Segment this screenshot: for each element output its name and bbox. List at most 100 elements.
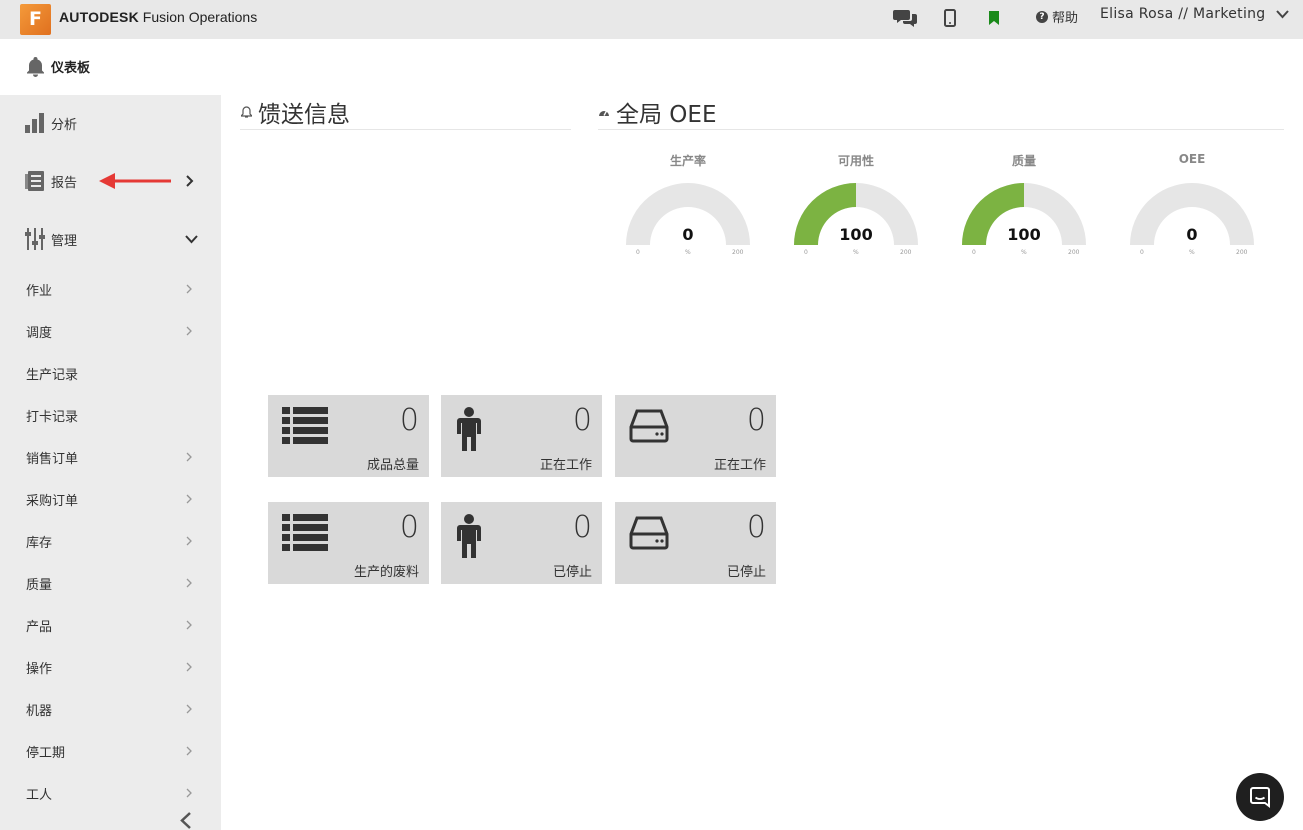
sidebar-item-reports-label: 报告 — [51, 175, 78, 191]
sidebar-item-manage[interactable]: 管理 — [0, 221, 221, 257]
sidebar-subitem-purchase-orders[interactable]: 采购订单 — [0, 484, 221, 514]
chevron-right-icon — [186, 494, 192, 504]
sidebar-subitem-scheduling[interactable]: 调度 — [0, 316, 221, 346]
drive-icon — [629, 409, 669, 443]
tile-label: 正在工作 — [539, 458, 592, 473]
bell-icon — [27, 57, 44, 77]
subitem-label: 调度 — [26, 326, 53, 341]
brand-title[interactable]: AUTODESK Fusion Operations — [59, 9, 257, 26]
subitem-label: 采购订单 — [26, 494, 79, 509]
tile-label: 成品总量 — [366, 458, 419, 473]
sidebar-item-manage-label: 管理 — [51, 233, 78, 249]
chat-launcher-button[interactable] — [1236, 773, 1284, 821]
oee-divider — [598, 129, 1284, 130]
sidebar-subitem-operations[interactable]: 操作 — [0, 652, 221, 682]
sliders-icon — [25, 228, 45, 250]
drive-icon — [629, 516, 669, 550]
bell-icon — [241, 106, 252, 118]
help-label: 帮助 — [1052, 11, 1079, 26]
tile-machines-working[interactable]: 0 正在工作 — [615, 395, 776, 477]
tile-value: 0 — [746, 403, 766, 438]
mobile-icon[interactable] — [944, 6, 956, 30]
question-icon: ? — [1036, 10, 1048, 23]
gauge-value: 0 — [1186, 225, 1198, 244]
chevron-right-icon — [186, 326, 192, 336]
chevron-right-icon — [186, 578, 192, 588]
gauge-label-productivity: 生产率 — [669, 154, 706, 168]
sidebar-subitem-clock-records[interactable]: 打卡记录 — [0, 400, 221, 430]
sidebar-subitem-downtime[interactable]: 停工期 — [0, 736, 221, 766]
subitem-label: 停工期 — [26, 746, 66, 761]
subitem-label: 工人 — [26, 788, 53, 803]
tile-workers-stopped[interactable]: 0 已停止 — [441, 502, 602, 584]
tile-workers-working[interactable]: 0 正在工作 — [441, 395, 602, 477]
oee-title: 全局 OEE — [598, 95, 716, 129]
sidebar-dashboard[interactable]: 仪表板 — [0, 39, 221, 95]
sidebar-subitem-sales-orders[interactable]: 销售订单 — [0, 442, 221, 472]
user-menu[interactable]: Elisa Rosa // Marketing — [1100, 6, 1289, 22]
gauge-productivity: 0 0 % 200 — [623, 181, 753, 263]
feed-title: 馈送信息 — [241, 95, 350, 129]
fusion-logo[interactable]: F — [20, 4, 51, 35]
subitem-label: 库存 — [26, 536, 53, 551]
tile-finished-total[interactable]: 0 成品总量 — [268, 395, 429, 477]
sidebar-subitem-production-records[interactable]: 生产记录 — [0, 358, 221, 388]
subitem-label: 作业 — [26, 284, 53, 299]
chevron-right-icon — [186, 788, 192, 798]
help-link[interactable]: ? 帮助 — [1036, 7, 1078, 26]
sidebar-subitem-jobs[interactable]: 作业 — [0, 274, 221, 304]
sidebar-subitem-machines[interactable]: 机器 — [0, 694, 221, 724]
list-icon — [282, 514, 328, 551]
sidebar-item-reports[interactable]: 报告 — [0, 163, 221, 199]
list-icon — [282, 407, 328, 444]
tile-value: 0 — [746, 510, 766, 545]
person-icon — [457, 407, 481, 451]
sidebar-subitem-workers[interactable]: 工人 — [0, 778, 221, 808]
tile-label: 正在工作 — [713, 458, 766, 473]
gauge-unit: % — [685, 249, 691, 256]
gauge-quality: 100 0 % 200 — [959, 181, 1089, 263]
subitem-label: 打卡记录 — [26, 410, 79, 425]
chevron-right-icon — [186, 452, 192, 462]
brand-product: Fusion Operations — [138, 9, 258, 25]
sidebar-item-analysis[interactable]: 分析 — [0, 105, 221, 141]
gauge-label-oee: OEE — [1178, 152, 1206, 166]
subitem-label: 质量 — [26, 578, 53, 593]
chevron-right-icon — [186, 284, 192, 294]
tile-scrap-produced[interactable]: 0 生产的废料 — [268, 502, 429, 584]
gauge-value: 100 — [839, 225, 873, 244]
tile-machines-stopped[interactable]: 0 已停止 — [615, 502, 776, 584]
tile-label: 已停止 — [726, 565, 766, 580]
chevron-right-icon — [186, 175, 194, 187]
gauge-oee: 0 0 % 200 — [1127, 181, 1257, 263]
oee-title-text: 全局 OEE — [616, 102, 717, 128]
dashboard-gauge-icon — [599, 110, 609, 116]
red-arrow-annotation — [99, 173, 171, 189]
tile-label: 生产的废料 — [353, 565, 419, 580]
chevron-right-icon — [186, 620, 192, 630]
subitem-label: 销售订单 — [26, 452, 79, 467]
bookmark-icon[interactable] — [988, 6, 1000, 30]
person-icon — [457, 514, 481, 558]
sidebar-subitem-quality[interactable]: 质量 — [0, 568, 221, 598]
gauge-value: 100 — [1007, 225, 1041, 244]
feed-divider — [240, 129, 571, 130]
gauge-min: 0 — [1140, 249, 1144, 256]
gauge-value: 0 — [682, 225, 694, 244]
tile-value: 0 — [572, 510, 592, 545]
gauge-min: 0 — [636, 249, 640, 256]
subitem-label: 机器 — [26, 704, 53, 719]
bar-chart-icon — [25, 113, 44, 133]
gauge-min: 0 — [972, 249, 976, 256]
gauge-max: 200 — [1236, 249, 1248, 256]
gauge-unit: % — [1021, 249, 1027, 256]
collapse-sidebar-icon[interactable] — [178, 811, 194, 830]
chat-bubbles-icon[interactable] — [893, 6, 917, 30]
chat-icon — [1250, 787, 1270, 808]
tile-value: 0 — [399, 510, 419, 545]
sidebar: 仪表板 分析 报告 管理 作业 调度 生产记录 打卡记录 销售订单 采购订单 库… — [0, 39, 221, 830]
sidebar-subitem-products[interactable]: 产品 — [0, 610, 221, 640]
subitem-label: 生产记录 — [26, 368, 79, 383]
user-label: Elisa Rosa // Marketing — [1100, 6, 1266, 22]
sidebar-subitem-inventory[interactable]: 库存 — [0, 526, 221, 556]
